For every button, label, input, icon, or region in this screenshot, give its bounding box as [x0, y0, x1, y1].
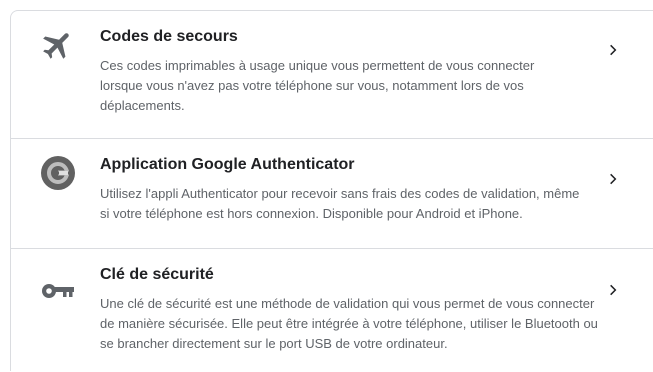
verification-options-card: Codes de secours Ces codes imprimables à… [10, 10, 653, 371]
option-title: Clé de sécurité [100, 266, 214, 283]
option-google-authenticator[interactable]: Application Google Authenticator Utilise… [11, 139, 653, 249]
option-security-key[interactable]: Clé de sécurité Une clé de sécurité est … [11, 249, 653, 372]
option-description: Utilisez l'appli Authenticator pour rece… [100, 186, 580, 221]
option-title: Application Google Authenticator [100, 156, 355, 173]
option-title: Codes de secours [100, 28, 238, 45]
chevron-right-icon[interactable] [606, 283, 620, 297]
option-backup-codes[interactable]: Codes de secours Ces codes imprimables à… [11, 11, 653, 139]
key-icon [42, 284, 74, 298]
option-description: Ces codes imprimables à usage unique vou… [100, 58, 535, 113]
google-authenticator-icon [41, 156, 75, 190]
chevron-right-icon[interactable] [606, 172, 620, 186]
option-description: Une clé de sécurité est une méthode de v… [100, 296, 598, 351]
chevron-right-icon[interactable] [606, 43, 620, 57]
airplane-icon [43, 33, 69, 59]
